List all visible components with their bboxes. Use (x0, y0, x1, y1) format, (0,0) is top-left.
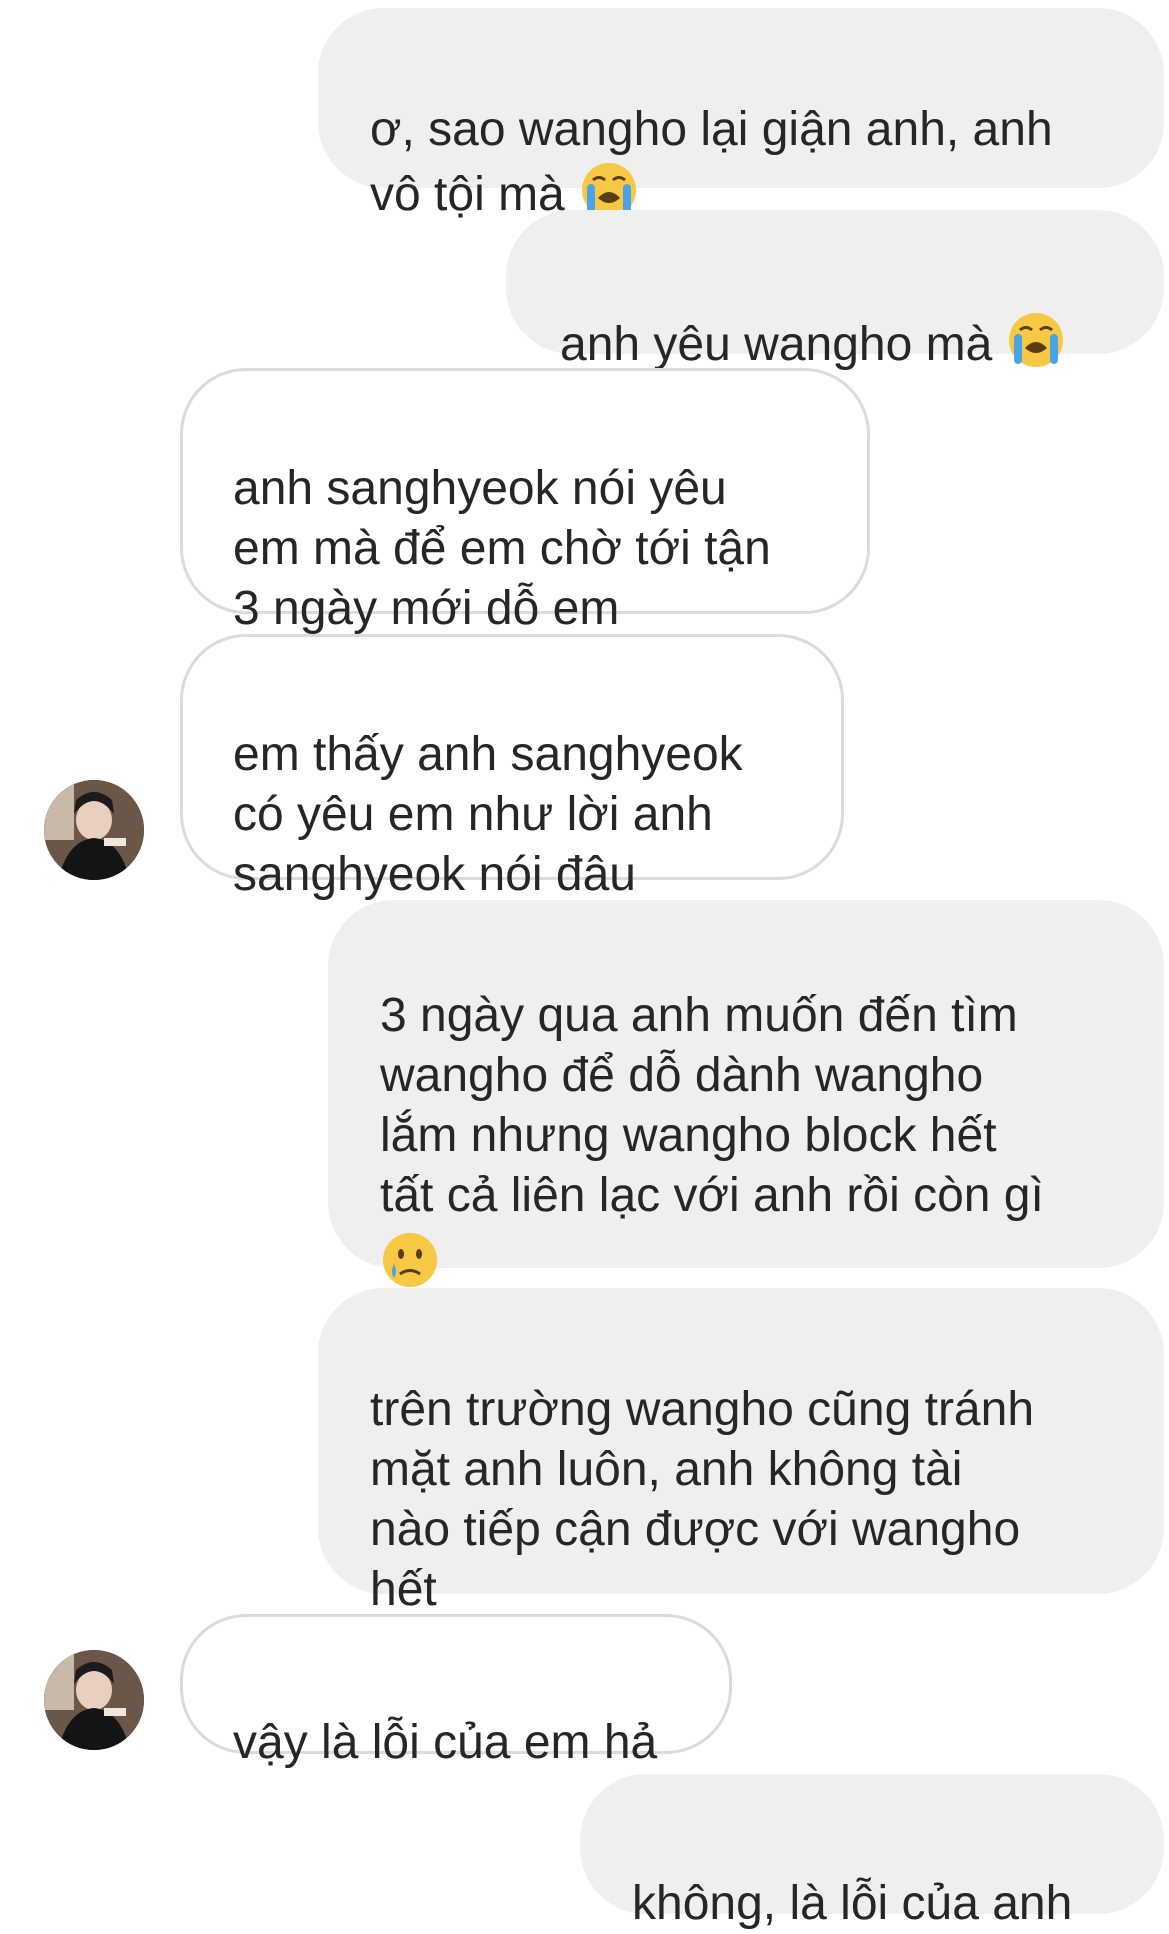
message-bubble-sent[interactable]: anh yêu wangho mà (506, 210, 1164, 371)
message-text: trên trường wangho cũng tránh mặt anh lu… (370, 1383, 1035, 1616)
loudly-crying-face-icon (1006, 310, 1066, 370)
crying-face-icon (380, 1230, 440, 1290)
message-bubble-received[interactable]: vậy là lỗi của em hả (180, 1614, 732, 1769)
message-text: không, là lỗi của anh (632, 1877, 1073, 1930)
message-bubble-sent[interactable]: ơ, sao wangho lại giận anh, anh vô tội m… (318, 8, 1164, 221)
message-text: 3 ngày qua anh muốn đến tìm wangho để dỗ… (380, 989, 1044, 1222)
message-text: anh yêu wangho mà (560, 318, 993, 371)
message-text: anh sanghyeok nói yêu em mà để em chờ tớ… (233, 462, 771, 635)
message-text: vậy là lỗi của em hả (233, 1716, 658, 1769)
message-bubble-sent[interactable]: trên trường wangho cũng tránh mặt anh lu… (318, 1288, 1164, 1616)
contact-avatar[interactable] (44, 780, 144, 880)
message-bubble-received[interactable]: em thấy anh sanghyeok có yêu em như lời … (180, 634, 844, 901)
message-text: ơ, sao wangho lại giận anh, anh vô tội m… (370, 103, 1053, 221)
message-text: em thấy anh sanghyeok có yêu em như lời … (233, 728, 743, 901)
message-bubble-sent[interactable]: không, là lỗi của anh (580, 1774, 1164, 1930)
contact-avatar[interactable] (44, 1650, 144, 1750)
message-bubble-sent[interactable]: 3 ngày qua anh muốn đến tìm wangho để dỗ… (328, 900, 1164, 1287)
message-bubble-received[interactable]: anh sanghyeok nói yêu em mà để em chờ tớ… (180, 368, 870, 635)
